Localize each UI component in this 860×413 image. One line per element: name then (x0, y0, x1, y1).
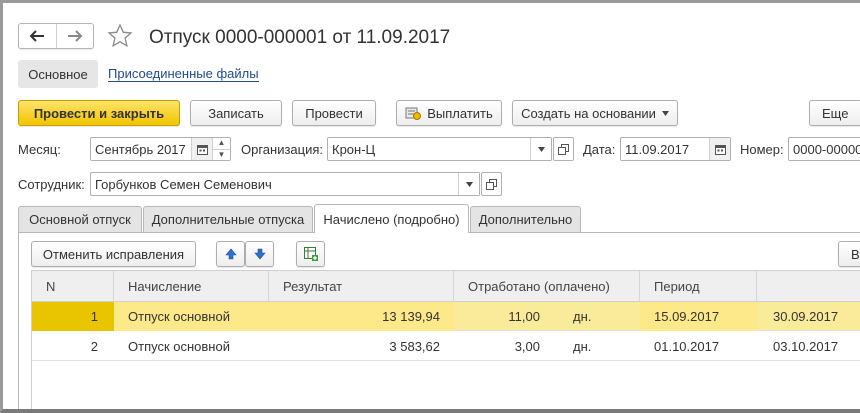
cell-n: 2 (90, 339, 98, 354)
create-based-on-label: Создать на основании (521, 105, 656, 121)
column-header-worked[interactable]: Отработано (оплачено) (454, 271, 640, 302)
nav-group (18, 23, 94, 49)
month-value: Сентябрь 2017 (95, 141, 186, 157)
organization-dropdown-button[interactable] (530, 138, 551, 160)
calendar-icon (714, 144, 726, 155)
calendar-icon (196, 144, 208, 155)
month-spinner[interactable]: ▲ ▼ (212, 138, 230, 160)
cell-period-from: 01.10.2017 (654, 339, 720, 354)
open-window-icon (558, 143, 569, 155)
tab-accrued-detailed[interactable]: Начислено (подробно) (314, 204, 469, 233)
table-row[interactable]: 2 Отпуск основной 3 583,62 3,00 дн. 01.1… (32, 332, 860, 361)
month-field[interactable]: Сентябрь 2017 ▲ ▼ (90, 137, 231, 161)
arrow-up-icon (224, 248, 237, 260)
employee-field[interactable]: Горбунков Семен Семенович (90, 172, 480, 196)
employee-dropdown-button[interactable] (458, 173, 479, 195)
number-label: Номер: (740, 142, 784, 157)
column-header-period[interactable]: Период (640, 271, 757, 302)
table-settings-button[interactable] (296, 241, 325, 267)
cell-worked: 11,00 (508, 309, 540, 324)
arrow-right-icon (67, 30, 83, 42)
employee-label: Сотрудник: (18, 177, 85, 192)
organization-label: Организация: (241, 142, 324, 157)
column-header-accrual[interactable]: Начисление (114, 271, 269, 302)
cell-accrual: Отпуск основной (114, 302, 269, 331)
more-grid-button[interactable]: В (838, 241, 860, 267)
cell-accrual: Отпуск основной (128, 339, 230, 354)
post-and-close-label: Провести и закрыть (33, 105, 165, 121)
move-down-button[interactable] (245, 241, 274, 267)
column-header-period-end[interactable] (757, 271, 860, 302)
page-title: Отпуск 0000-000001 от 11.09.2017 (149, 27, 451, 48)
cancel-corrections-button[interactable]: Отменить исправления (31, 241, 196, 267)
open-window-icon (486, 178, 497, 190)
arrow-left-icon (29, 30, 45, 42)
write-label: Записать (208, 105, 264, 121)
arrow-down-icon (253, 248, 266, 260)
window-frame: Отпуск 0000-000001 от 11.09.2017 Основно… (0, 0, 860, 413)
cell-period-to: 03.10.2017 (773, 339, 839, 354)
more-grid-label: В (851, 246, 860, 262)
more-label: Еще (822, 105, 849, 121)
date-calendar-button[interactable] (709, 138, 730, 160)
dropdown-arrow-icon (537, 146, 545, 152)
pay-label: Выплатить (427, 105, 493, 121)
organization-value: Крон-Ц (332, 141, 376, 157)
cell-period-from: 15.09.2017 (640, 302, 757, 331)
dropdown-arrow-icon (465, 181, 473, 187)
back-button[interactable] (19, 24, 56, 48)
more-button[interactable]: Еще (809, 100, 860, 126)
cell-result: 3 583,62 (389, 339, 440, 354)
cell-worked: 3,00 (514, 339, 540, 354)
post-and-close-button[interactable]: Провести и закрыть (18, 100, 180, 126)
spin-down-icon[interactable]: ▼ (213, 148, 230, 161)
favorite-star-icon[interactable] (107, 23, 133, 49)
date-field[interactable]: 11.09.2017 (620, 137, 731, 161)
cell-unit: дн. (573, 339, 592, 354)
employee-open-button[interactable] (481, 172, 502, 196)
create-based-on-button[interactable]: Создать на основании (512, 100, 678, 126)
write-button[interactable]: Записать (190, 100, 282, 126)
number-field[interactable]: 0000-000001 (788, 137, 860, 161)
table-header: N Начисление Результат Отработано (оплач… (32, 271, 860, 302)
table-row[interactable]: 1 Отпуск основной 13 139,94 11,00 дн. 15… (32, 302, 860, 331)
tab-additional[interactable]: Дополнительно (470, 206, 581, 232)
tab-additional-vacations[interactable]: Дополнительные отпуска (143, 206, 313, 232)
post-label: Провести (305, 105, 363, 121)
cancel-corrections-label: Отменить исправления (42, 246, 185, 262)
pay-button[interactable]: Выплатить (396, 100, 502, 126)
tab-attached-files[interactable]: Присоединенные файлы (108, 67, 259, 82)
organization-field[interactable]: Крон-Ц (327, 137, 552, 161)
cell-result: 13 139,94 (269, 302, 454, 331)
cell-unit: дн. (573, 309, 592, 324)
tab-main-vacation[interactable]: Основной отпуск (18, 206, 142, 232)
cell-n: 1 (32, 302, 114, 331)
accruals-table: N Начисление Результат Отработано (оплач… (31, 270, 860, 409)
spin-up-icon[interactable]: ▲ (213, 138, 230, 149)
column-header-n[interactable]: N (32, 271, 114, 302)
date-label: Дата: (583, 142, 616, 157)
month-calendar-button[interactable] (191, 138, 212, 160)
number-value: 0000-000001 (793, 141, 860, 157)
forward-button[interactable] (55, 24, 94, 48)
move-up-button[interactable] (216, 241, 245, 267)
table-add-icon (303, 247, 318, 261)
date-value: 11.09.2017 (625, 141, 690, 157)
post-button[interactable]: Провести (292, 100, 376, 126)
tab-main[interactable]: Основное (18, 60, 98, 88)
cell-period-to: 30.09.2017 (773, 309, 839, 324)
column-header-result[interactable]: Результат (269, 271, 454, 302)
organization-open-button[interactable] (553, 137, 574, 161)
payment-icon (405, 107, 422, 120)
month-label: Месяц: (18, 142, 61, 157)
employee-value: Горбунков Семен Семенович (95, 176, 272, 192)
dropdown-arrow-icon (661, 110, 669, 116)
